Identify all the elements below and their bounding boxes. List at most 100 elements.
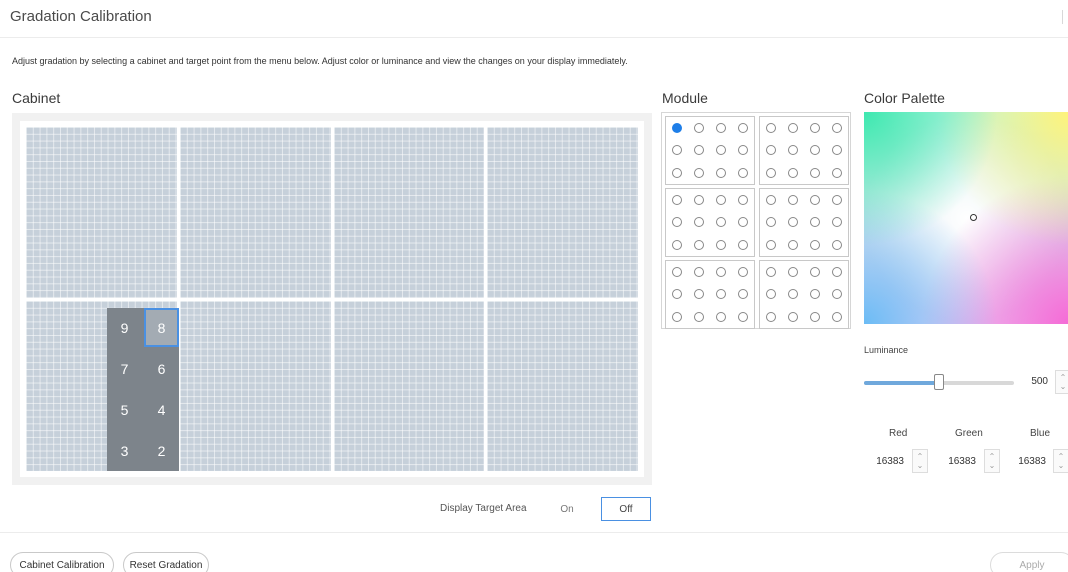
module-point[interactable] <box>694 217 704 228</box>
cabinet-tile[interactable]: 7 <box>107 349 142 389</box>
module-point[interactable] <box>716 145 726 156</box>
module-point[interactable] <box>832 311 842 322</box>
cabinet-tile[interactable]: 3 <box>107 431 142 471</box>
module-point[interactable] <box>738 195 748 206</box>
module-point[interactable] <box>694 123 704 134</box>
module-point[interactable] <box>832 167 842 178</box>
reset-gradation-button[interactable]: Reset Gradation <box>123 552 209 572</box>
module-point[interactable] <box>810 145 820 156</box>
module-point[interactable] <box>788 239 798 250</box>
module-point[interactable] <box>672 145 682 156</box>
red-value[interactable]: 16383 <box>866 456 904 467</box>
cabinet-calibration-button[interactable]: Cabinet Calibration <box>10 552 114 572</box>
color-palette[interactable] <box>864 112 1068 324</box>
module-point[interactable] <box>788 289 798 300</box>
module-point[interactable] <box>766 123 776 134</box>
module-point[interactable] <box>716 217 726 228</box>
module-point[interactable] <box>672 167 682 178</box>
luminance-spinner-icon[interactable]: ⌃ ⌄ <box>1055 370 1068 394</box>
cabinet-panel[interactable] <box>179 127 331 298</box>
module-point[interactable] <box>788 167 798 178</box>
module-point[interactable] <box>738 239 748 250</box>
module-point[interactable] <box>716 289 726 300</box>
module-point[interactable] <box>694 267 704 278</box>
module-point[interactable] <box>832 217 842 228</box>
module-point[interactable] <box>738 217 748 228</box>
module-point[interactable] <box>716 195 726 206</box>
module-point[interactable] <box>788 145 798 156</box>
module-point[interactable] <box>672 311 682 322</box>
green-value[interactable]: 16383 <box>940 456 976 467</box>
luminance-value[interactable]: 500 <box>1018 376 1048 387</box>
module-point[interactable] <box>694 239 704 250</box>
module-point-selected[interactable] <box>672 123 682 134</box>
module-point[interactable] <box>810 123 820 134</box>
module-point[interactable] <box>738 123 748 134</box>
blue-value[interactable]: 16383 <box>1010 456 1046 467</box>
apply-button[interactable]: Apply <box>990 552 1068 572</box>
module-point[interactable] <box>788 123 798 134</box>
color-picker-circle-icon[interactable] <box>970 214 977 221</box>
cabinet-panel[interactable] <box>333 300 485 471</box>
module-point[interactable] <box>788 267 798 278</box>
module-point[interactable] <box>716 239 726 250</box>
cabinet-tile[interactable]: 2 <box>144 431 179 471</box>
module-point[interactable] <box>766 239 776 250</box>
module-point[interactable] <box>810 289 820 300</box>
module-point[interactable] <box>832 195 842 206</box>
module-point[interactable] <box>810 311 820 322</box>
module-point[interactable] <box>694 145 704 156</box>
green-spinner-icon[interactable]: ⌃ ⌄ <box>984 449 1000 473</box>
module-point[interactable] <box>716 311 726 322</box>
module-point[interactable] <box>766 267 776 278</box>
module-point[interactable] <box>738 167 748 178</box>
display-target-on-button[interactable]: On <box>542 497 592 521</box>
module-point[interactable] <box>672 217 682 228</box>
module-point[interactable] <box>672 289 682 300</box>
module-point[interactable] <box>738 289 748 300</box>
module-point[interactable] <box>832 267 842 278</box>
module-point[interactable] <box>694 167 704 178</box>
module-point[interactable] <box>810 217 820 228</box>
cabinet-tile[interactable]: 6 <box>144 349 179 389</box>
module-point[interactable] <box>766 217 776 228</box>
module-point[interactable] <box>716 267 726 278</box>
module-point[interactable] <box>810 267 820 278</box>
display-target-off-button[interactable]: Off <box>601 497 651 521</box>
module-point[interactable] <box>788 311 798 322</box>
cabinet-panel[interactable] <box>179 300 331 471</box>
cabinet-panel[interactable] <box>487 300 638 471</box>
module-point[interactable] <box>672 195 682 206</box>
module-point[interactable] <box>810 167 820 178</box>
module-point[interactable] <box>810 239 820 250</box>
cabinet-tile[interactable]: 5 <box>107 390 142 430</box>
module-point[interactable] <box>766 195 776 206</box>
module-point[interactable] <box>766 311 776 322</box>
module-point[interactable] <box>672 267 682 278</box>
cabinet-panel[interactable] <box>333 127 485 298</box>
module-point[interactable] <box>788 195 798 206</box>
module-point[interactable] <box>694 289 704 300</box>
module-point[interactable] <box>766 145 776 156</box>
module-point[interactable] <box>694 311 704 322</box>
module-point[interactable] <box>788 217 798 228</box>
module-point[interactable] <box>832 239 842 250</box>
cabinet-tile-selected[interactable]: 8 <box>144 308 179 348</box>
module-point[interactable] <box>810 195 820 206</box>
module-point[interactable] <box>738 145 748 156</box>
module-point[interactable] <box>716 167 726 178</box>
cabinet-panel[interactable] <box>26 127 177 298</box>
module-point[interactable] <box>832 123 842 134</box>
module-point[interactable] <box>738 311 748 322</box>
cabinet-panel[interactable] <box>487 127 638 298</box>
module-point[interactable] <box>832 145 842 156</box>
cabinet-tile[interactable]: 4 <box>144 390 179 430</box>
module-point[interactable] <box>766 289 776 300</box>
red-spinner-icon[interactable]: ⌃ ⌄ <box>912 449 928 473</box>
luminance-slider-thumb[interactable] <box>934 374 944 390</box>
module-point[interactable] <box>672 239 682 250</box>
module-point[interactable] <box>766 167 776 178</box>
module-point[interactable] <box>738 267 748 278</box>
module-point[interactable] <box>716 123 726 134</box>
module-point[interactable] <box>832 289 842 300</box>
